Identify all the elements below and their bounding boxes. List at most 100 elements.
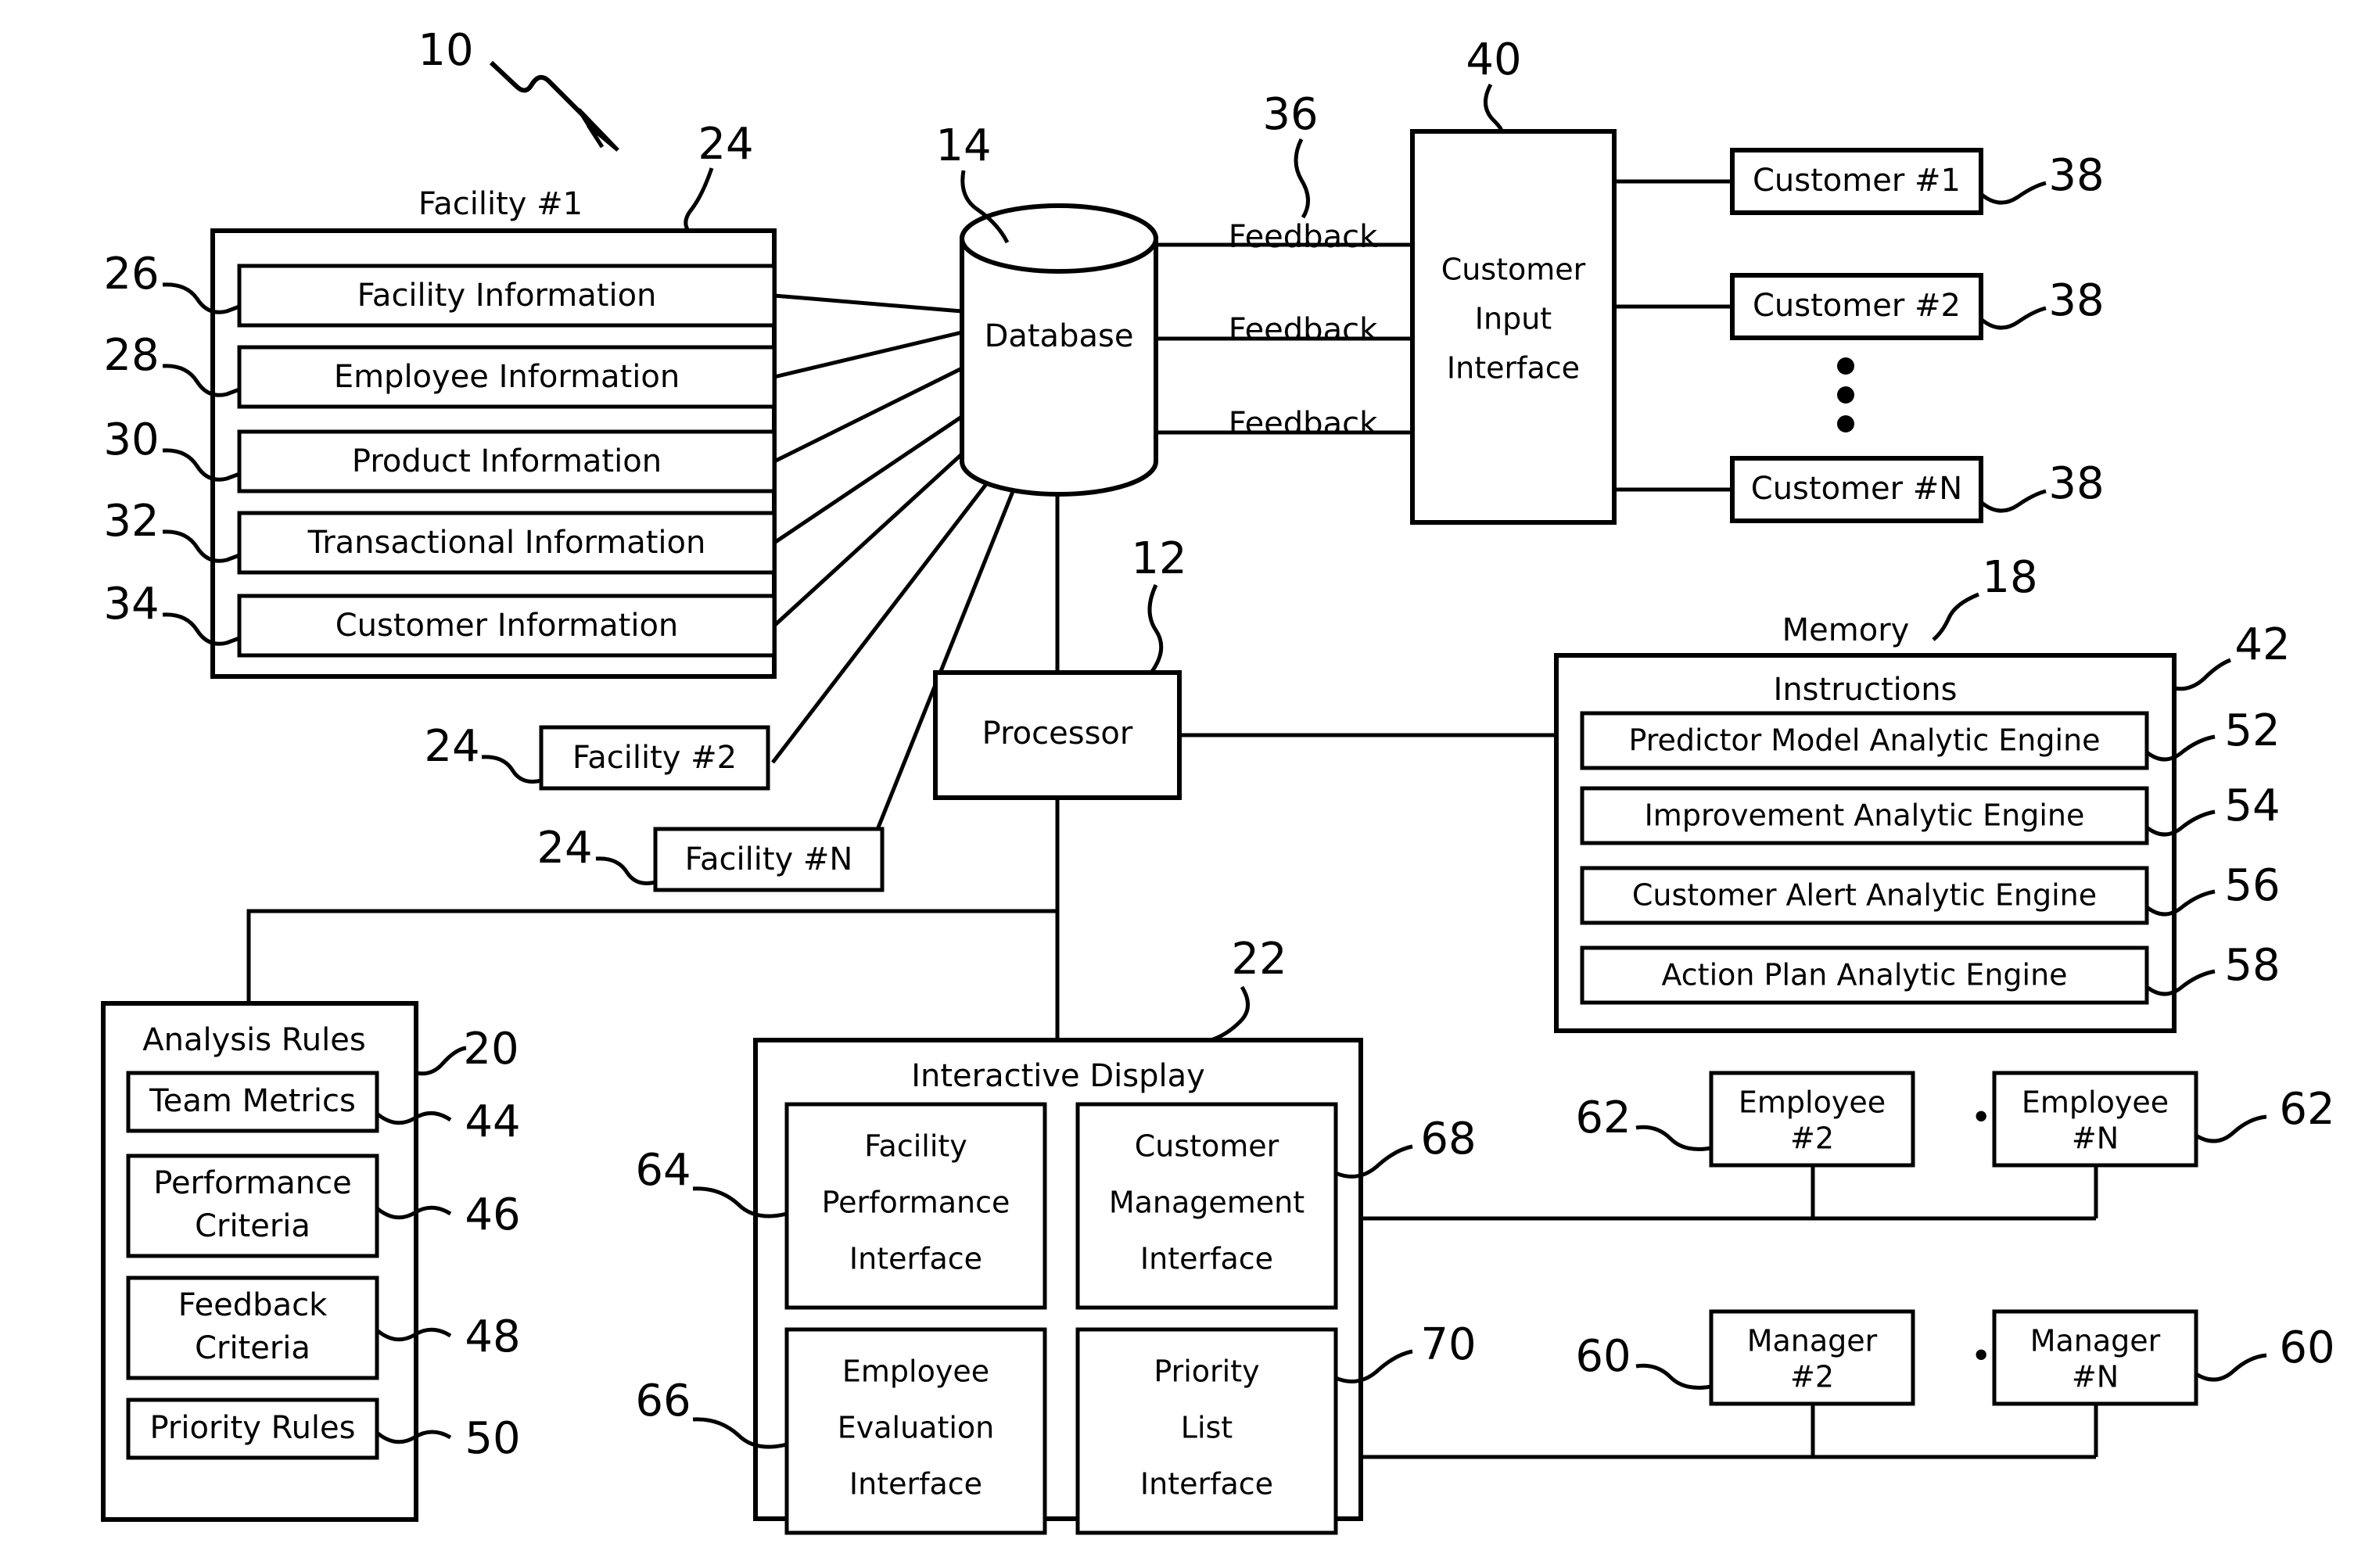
processor-group[interactable]: Processor 12	[933, 533, 1187, 800]
ref-30: 30	[103, 414, 159, 465]
ref-34: 34	[103, 579, 159, 630]
facility-item-label: Employee Information	[334, 359, 680, 395]
ref-26: 26	[103, 249, 159, 300]
panel-line1: Priority	[1154, 1355, 1259, 1389]
panel-line2: List	[1181, 1411, 1233, 1445]
facility-2-group[interactable]: Facility #2 24	[424, 721, 770, 791]
customer-links	[1614, 179, 1732, 492]
ref-38-c1: 38	[2048, 150, 2104, 201]
rule-label-line1: Feedback	[178, 1287, 328, 1323]
cii-line1: Customer	[1441, 253, 1586, 287]
rule-label-line2: Criteria	[195, 1208, 310, 1244]
ref-50: 50	[465, 1413, 520, 1464]
database-label: Database	[985, 318, 1134, 354]
rule-label-line1: Performance	[153, 1165, 351, 1201]
analysis-rules-title: Analysis Rules	[142, 1022, 365, 1058]
facility-2-label: Facility #2	[572, 740, 737, 776]
managers-group[interactable]: Manager #2 60 • • • Manager #N 60	[1575, 1309, 2335, 1406]
database-cylinder-body[interactable]	[960, 236, 1158, 497]
ref-36: 36	[1262, 89, 1318, 140]
panel-line3: Interface	[849, 1467, 982, 1502]
memory-caption: Memory	[1782, 612, 1910, 648]
system-reference-callout: 10	[418, 25, 619, 152]
customer-n-group[interactable]: Customer #N 38	[1730, 456, 2105, 523]
customer-input-interface-group[interactable]: Customer Input Interface 40	[1410, 34, 1617, 525]
facility-item-label: Customer Information	[336, 608, 679, 644]
customer-ellipsis	[1837, 357, 1854, 432]
ref-66: 66	[635, 1376, 691, 1426]
ref-56: 56	[2224, 860, 2280, 911]
customer-2-group[interactable]: Customer #2 38	[1730, 273, 2105, 340]
employee-n-line1: Employee	[2022, 1085, 2169, 1120]
panel-line1: Customer	[1135, 1129, 1279, 1164]
facility-to-database-links	[773, 293, 968, 627]
ref-20: 20	[463, 1024, 519, 1075]
facility-1-group[interactable]: Facility #1 24 Facility Information 26 E…	[103, 119, 777, 679]
other-facility-links	[771, 475, 1019, 863]
ref-68: 68	[1420, 1114, 1476, 1164]
interactive-display-title: Interactive Display	[911, 1058, 1205, 1094]
panel-line1: Facility	[864, 1129, 967, 1164]
facility-n-group[interactable]: Facility #N 24	[537, 823, 885, 892]
engine-label: Customer Alert Analytic Engine	[1632, 878, 2097, 913]
instructions-title: Instructions	[1774, 672, 1958, 708]
ref-38-c2: 38	[2048, 275, 2104, 326]
ref-58: 58	[2224, 940, 2280, 991]
manager-2-line2: #2	[1790, 1360, 1834, 1394]
customer-1-group[interactable]: Customer #1 38	[1730, 148, 2105, 215]
analysis-rules-group[interactable]: Analysis Rules 20 Team Metrics 44 Perfor…	[101, 1001, 521, 1522]
ref-70: 70	[1420, 1319, 1476, 1370]
facility-item-label: Transactional Information	[307, 525, 706, 561]
employees-group[interactable]: Employee #2 62 • • • Employee #N 62	[1575, 1071, 2335, 1168]
customer-1-label: Customer #1	[1753, 163, 1961, 199]
customer-2-label: Customer #2	[1753, 288, 1961, 324]
manager-2-line1: Manager	[1747, 1324, 1878, 1358]
panel-line3: Interface	[1140, 1467, 1273, 1502]
ref-52: 52	[2224, 705, 2280, 756]
memory-group[interactable]: Memory 18 Instructions 42 Predictor Mode…	[1554, 552, 2291, 1033]
employee-2-line2: #2	[1790, 1121, 1834, 1156]
rule-label: Team Metrics	[149, 1083, 356, 1119]
panel-line2: Evaluation	[838, 1411, 995, 1445]
panel-line3: Interface	[849, 1242, 982, 1276]
engine-label: Predictor Model Analytic Engine	[1628, 723, 2100, 758]
ref-24-facility2: 24	[424, 721, 479, 772]
ref-62-left: 62	[1575, 1093, 1631, 1143]
manager-n-line2: #N	[2072, 1360, 2119, 1394]
feedback-label-1: Feedback	[1229, 219, 1378, 255]
ref-10: 10	[418, 25, 473, 76]
feedback-label-3: Feedback	[1229, 406, 1378, 442]
panel-line2: Management	[1109, 1186, 1305, 1220]
ref-38-cN: 38	[2048, 458, 2104, 509]
ref-12: 12	[1131, 533, 1186, 584]
cii-line3: Interface	[1447, 351, 1580, 386]
facility-1-title: Facility #1	[418, 186, 583, 222]
facility-item-label: Product Information	[352, 443, 662, 479]
feedback-label-2: Feedback	[1229, 312, 1378, 348]
rule-label-line2: Criteria	[195, 1330, 310, 1366]
panel-line2: Performance	[822, 1186, 1010, 1220]
employee-n-line2: #N	[2072, 1121, 2119, 1156]
feedback-group: Feedback Feedback Feedback 36	[1229, 89, 1378, 442]
ref-62-right: 62	[2279, 1084, 2334, 1135]
ref-42: 42	[2234, 619, 2290, 670]
patent-figure: 10 Facility #1 24 Facility Information 2…	[0, 0, 2365, 1568]
facility-n-label: Facility #N	[685, 841, 853, 877]
database-cylinder-top	[960, 203, 1158, 274]
processor-label: Processor	[982, 716, 1133, 752]
cii-line2: Input	[1475, 302, 1552, 336]
customer-n-label: Customer #N	[1751, 471, 1962, 507]
database-group[interactable]: Database 14	[935, 120, 1158, 497]
ref-54: 54	[2224, 780, 2280, 831]
ref-60-right: 60	[2279, 1322, 2334, 1373]
ref-44: 44	[465, 1096, 520, 1147]
engine-label: Action Plan Analytic Engine	[1661, 958, 2067, 992]
engine-label: Improvement Analytic Engine	[1645, 798, 2085, 833]
ref-22: 22	[1231, 934, 1287, 985]
ref-64: 64	[635, 1145, 691, 1196]
ref-14: 14	[935, 120, 991, 171]
ref-32: 32	[103, 496, 159, 547]
ref-18: 18	[1982, 552, 2037, 603]
manager-n-line1: Manager	[2030, 1324, 2161, 1358]
ref-40: 40	[1466, 34, 1521, 85]
